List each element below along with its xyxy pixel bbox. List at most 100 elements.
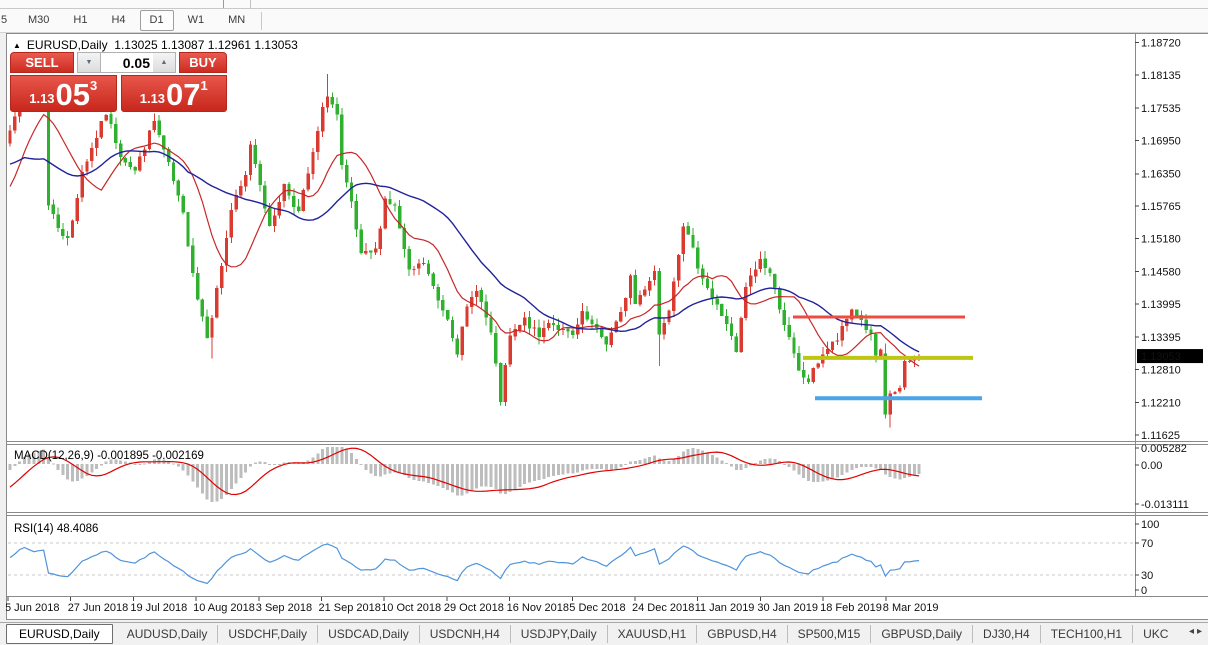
tab-eurusd-daily[interactable]: EURUSD,Daily (6, 624, 113, 644)
candle-body (754, 269, 757, 276)
candle-body (768, 268, 771, 273)
macd-bar (480, 464, 483, 487)
buy-price-panel[interactable]: 1.13 07 1 (121, 75, 228, 112)
date-axis-label: 3 Sep 2018 (256, 602, 312, 614)
tab-ukc[interactable]: UKC (1133, 625, 1173, 643)
chart-canvas[interactable]: 1.187201.181351.175351.169501.163501.157… (6, 33, 1208, 620)
candle-body (840, 326, 843, 341)
candle-body (763, 259, 766, 268)
timeframe-button-mn[interactable]: MN (218, 10, 255, 31)
macd-bar (913, 464, 916, 475)
tab-gbpusd-h4[interactable]: GBPUSD,H4 (697, 625, 787, 643)
tab-audusd-daily[interactable]: AUDUSD,Daily (117, 625, 219, 643)
date-axis-label: 19 Jul 2018 (130, 602, 187, 614)
price-axis-label: 1.18720 (1141, 38, 1181, 50)
tab-tech100-h1[interactable]: TECH100,H1 (1041, 625, 1133, 643)
tab-usdcad-daily[interactable]: USDCAD,Daily (318, 625, 420, 643)
macd-bar (196, 464, 199, 488)
price-axis-label: 1.11625 (1141, 430, 1180, 442)
macd-bar (340, 447, 343, 464)
macd-bar (350, 453, 353, 464)
candle-body (590, 319, 593, 324)
macd-bar (186, 464, 189, 475)
candle-body (874, 334, 877, 356)
date-axis-label: 21 Sep 2018 (319, 602, 381, 614)
candle-body (634, 275, 637, 304)
timeframe-button-h1[interactable]: H1 (63, 10, 97, 31)
candle-body (71, 221, 74, 238)
date-axis-label: 10 Aug 2018 (193, 602, 255, 614)
timeframe-button-w1[interactable]: W1 (178, 10, 215, 31)
candle-body (836, 340, 839, 341)
macd-bar (201, 464, 204, 493)
macd-bar (571, 464, 574, 473)
candle-body (234, 195, 237, 209)
macd-bar (706, 452, 709, 464)
tab-scroll-right-icon[interactable]: ▸ (1197, 626, 1205, 637)
macd-bar (225, 464, 228, 495)
timeframe-button-d1[interactable]: D1 (140, 10, 174, 31)
macd-bar (61, 464, 64, 475)
tab-sp500-m15[interactable]: SP500,M15 (788, 625, 872, 643)
macd-bar (711, 455, 714, 464)
volume-increase-button[interactable]: ▲ (153, 52, 176, 73)
candle-body (379, 229, 382, 249)
candle-body (504, 365, 507, 402)
macd-bar (788, 464, 791, 467)
candle-body (571, 331, 574, 335)
macd-bar (379, 464, 382, 477)
candle-body (85, 162, 88, 172)
candle-body (311, 152, 314, 174)
price-axis-label: 1.18135 (1141, 70, 1181, 82)
candle-body (696, 248, 699, 269)
chart-expander-icon[interactable]: ▲ (13, 41, 21, 50)
macd-bar (720, 460, 723, 464)
tab-usdjpy-daily[interactable]: USDJPY,Daily (511, 625, 608, 643)
candle-body (711, 288, 714, 298)
volume-input[interactable] (101, 52, 153, 73)
candle-body (735, 336, 738, 352)
buy-button[interactable]: BUY (179, 52, 227, 73)
macd-bar (874, 464, 877, 469)
tab-dj30-h4[interactable]: DJ30,H4 (973, 625, 1041, 643)
macd-bar (206, 464, 209, 499)
macd-bar (793, 464, 796, 471)
one-click-trading-panel: SELL ▼ ▲ BUY 1.13 05 3 1.13 07 1 (10, 52, 227, 112)
tab-usdchf-daily[interactable]: USDCHF,Daily (218, 625, 318, 643)
candle-body (715, 298, 718, 304)
macd-bar (663, 460, 666, 464)
macd-bar (345, 448, 348, 464)
candle-body (537, 327, 540, 336)
macd-bar (619, 464, 622, 467)
tab-scroll-left-icon[interactable]: ◂ (1189, 626, 1197, 637)
timeframe-button-m30[interactable]: M30 (18, 10, 59, 31)
sell-price-panel[interactable]: 1.13 05 3 (10, 75, 117, 112)
candle-body (61, 229, 64, 236)
macd-bar (879, 464, 882, 469)
sell-button[interactable]: SELL (10, 52, 74, 73)
macd-bar (66, 464, 69, 479)
macd-bar (740, 464, 743, 470)
tab-gbpusd-daily[interactable]: GBPUSD,Daily (871, 625, 973, 643)
macd-bar (9, 464, 12, 470)
macd-bar (422, 464, 425, 482)
tab-usdcnh-h4[interactable]: USDCNH,H4 (420, 625, 511, 643)
candle-body (369, 251, 372, 253)
volume-decrease-button[interactable]: ▼ (77, 52, 101, 73)
macd-bar (639, 460, 642, 464)
macd-bar (605, 464, 608, 470)
date-axis-label: 27 Jun 2018 (68, 602, 129, 614)
candle-body (730, 323, 733, 336)
macd-bar (451, 464, 454, 493)
macd-bar (677, 456, 680, 464)
rsi-indicator-label: RSI(14) 48.4086 (14, 523, 98, 535)
chart-symbol-period: EURUSD,Daily (27, 38, 108, 52)
macd-bar (701, 450, 704, 464)
tab-xauusd-h1[interactable]: XAUUSD,H1 (608, 625, 698, 643)
macd-bar (138, 464, 141, 465)
macd-bar (461, 464, 464, 495)
timeframe-button-h4[interactable]: H4 (101, 10, 135, 31)
macd-bar (667, 461, 670, 464)
candle-body (706, 278, 709, 288)
timeframe-button-5[interactable]: 5 (0, 10, 14, 31)
